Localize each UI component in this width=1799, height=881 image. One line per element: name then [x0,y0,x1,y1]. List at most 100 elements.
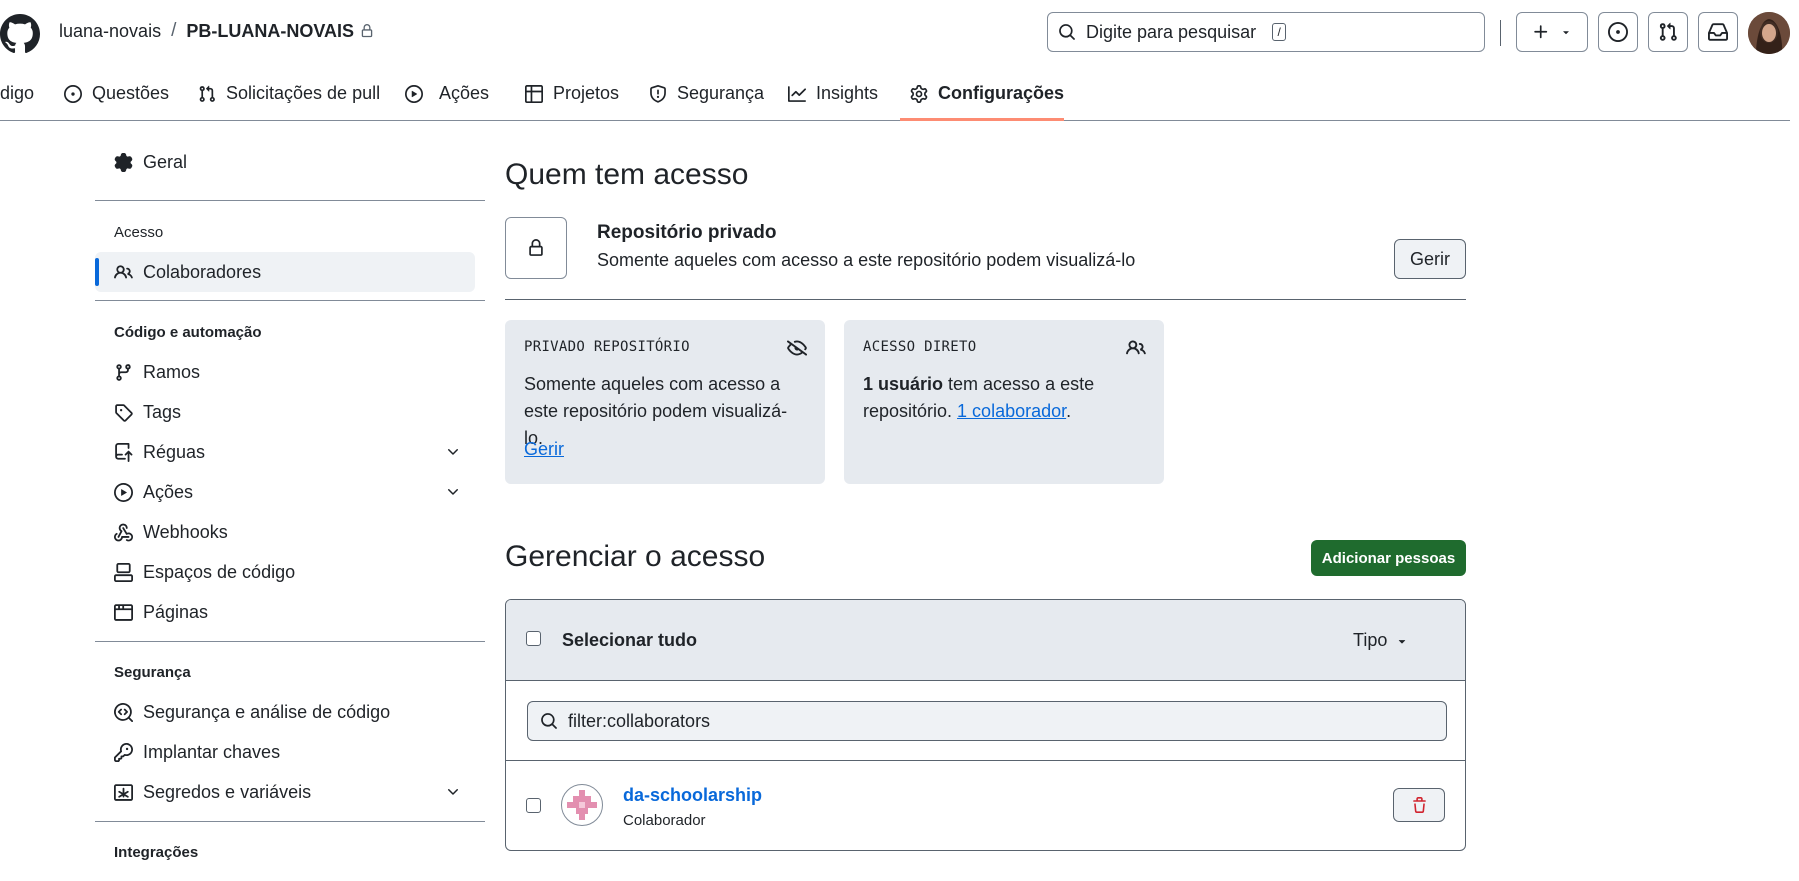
private-repo-card-title: PRIVADO REPOSITÓRIO [524,339,690,355]
inbox-icon [1708,23,1728,41]
repo-tabnav: digo Questões Solicitações de pull Ações… [0,66,1799,121]
search-icon [1059,24,1075,40]
breadcrumb: luana-novais / PB-LUANA-NOVAIS [59,20,374,42]
sidebar-heading-security: Segurança [114,664,191,681]
sidebar-item-pages[interactable]: Páginas [95,592,475,632]
sidebar-item-deploy-keys-label: Implantar chaves [143,741,281,762]
repo-visibility-title: Repositório privado [597,222,777,243]
github-logo-icon[interactable] [0,14,40,54]
direct-access-card-text: 1 usuário tem acesso a este repositório.… [863,371,1145,425]
play-icon [114,482,133,502]
chevron-down-icon[interactable] [445,444,461,460]
sidebar-item-deploy-keys[interactable]: Implantar chaves [95,732,475,772]
sidebar-item-codespaces[interactable]: Espaços de código [95,552,475,592]
create-new-button[interactable] [1516,12,1588,52]
tab-actions[interactable]: Ações [405,66,489,121]
repo-push-icon [115,442,133,462]
sidebar-item-general[interactable]: Geral [95,142,475,182]
graph-icon [788,85,806,102]
issue-icon [64,84,82,103]
search-input[interactable]: Digite para pesquisar / [1047,12,1485,52]
sidebar-item-collaborators-label: Colaboradores [143,261,262,282]
sidebar-item-secrets[interactable]: Segredos e variáveis [95,772,475,812]
tab-issues[interactable]: Questões [64,66,169,121]
top-header: luana-novais / PB-LUANA-NOVAIS Digite pa… [0,0,1799,64]
private-repo-card: PRIVADO REPOSITÓRIO Somente aqueles com … [505,320,825,484]
gear-icon [910,84,928,103]
repo-visibility-icon-box [505,217,567,279]
direct-access-card-title: ACESSO DIRETO [863,339,977,355]
breadcrumb-owner[interactable]: luana-novais [59,21,161,42]
tab-code-label: digo [0,83,35,103]
table-row: da-schoolarship Colaborador [506,761,1465,850]
breadcrumb-repo[interactable]: PB-LUANA-NOVAIS [186,21,354,42]
tab-insights[interactable]: Insights [788,66,878,121]
tab-insights-label: Insights [816,83,879,103]
sidebar-item-tags[interactable]: Tags [95,392,475,432]
tab-code[interactable]: digo [0,66,34,121]
user-avatar[interactable] [1748,12,1790,54]
table-icon [525,84,543,103]
collaborators-link[interactable]: 1 colaborador [957,401,1066,421]
issues-button[interactable] [1598,12,1638,52]
collaborator-filter-input[interactable]: filter:collaborators [527,701,1447,741]
pull-requests-button[interactable] [1648,12,1688,52]
filter-value: filter:collaborators [568,710,711,731]
inbox-button[interactable] [1698,12,1738,52]
sidebar-item-branches[interactable]: Ramos [95,352,475,392]
remove-member-button[interactable] [1393,788,1445,822]
member-checkbox[interactable] [526,798,541,813]
sidebar-item-rules[interactable]: Réguas [95,432,475,472]
type-filter-dropdown[interactable]: Tipo [1353,630,1409,651]
plus-icon [1534,25,1548,39]
sidebar-item-code-security[interactable]: Segurança e análise de código [95,692,475,732]
sidebar-item-pages-label: Páginas [143,601,209,622]
repo-visibility-description: Somente aqueles com acesso a este reposi… [597,250,1136,270]
search-placeholder: Digite para pesquisar [1086,21,1257,42]
search-shortcut-key: / [1272,23,1287,41]
member-name-link[interactable]: da-schoolarship [623,785,762,806]
people-icon [114,264,133,278]
triangle-down-icon [1563,31,1569,35]
sidebar-item-actions-label: Ações [143,481,194,502]
chevron-down-icon[interactable] [445,484,461,500]
tab-security[interactable]: Segurança [649,66,764,121]
pull-request-icon [1659,22,1677,41]
chevron-down-icon[interactable] [445,784,461,800]
tabnav-border [0,120,1790,121]
manage-access-title: Gerenciar o acesso [505,540,766,573]
branch-icon [116,363,131,381]
sidebar-item-collaborators[interactable]: Colaboradores [95,252,475,292]
shield-icon [650,84,666,103]
type-filter-label: Tipo [1353,630,1388,650]
private-repo-manage-link[interactable]: Gerir [524,439,564,460]
active-tab-indicator [900,118,1064,121]
add-people-button[interactable]: Adicionar pessoas [1311,540,1466,576]
sidebar-heading-code-automation: Código e automação [114,324,262,341]
tab-projects-label: Projetos [553,83,620,103]
sidebar-divider [95,641,485,642]
sidebar-divider [95,821,485,822]
select-all-checkbox[interactable] [526,631,541,646]
triangle-down-icon [1399,639,1406,644]
search-icon [541,713,557,729]
tab-pull-requests[interactable]: Solicitações de pull [198,66,380,121]
section-divider [505,299,1466,300]
sidebar-item-code-security-label: Segurança e análise de código [143,701,391,722]
play-icon [405,84,423,103]
tab-security-label: Segurança [677,83,765,103]
sidebar-divider [95,200,485,201]
tab-settings[interactable]: Configurações [910,66,1064,121]
sidebar-item-rules-label: Réguas [143,441,206,462]
asterisk-icon [114,783,133,801]
manage-visibility-button[interactable]: Gerir [1394,239,1466,279]
sidebar-item-webhooks[interactable]: Webhooks [95,512,475,552]
avatar[interactable] [561,784,603,826]
tab-projects[interactable]: Projetos [525,66,619,121]
direct-access-text-end: . [1066,401,1072,421]
webhook-icon [114,523,133,541]
table-header: Selecionar tudo Tipo [506,600,1465,681]
browser-icon [114,603,133,621]
sidebar-divider [95,300,485,301]
sidebar-item-actions[interactable]: Ações [95,472,475,512]
